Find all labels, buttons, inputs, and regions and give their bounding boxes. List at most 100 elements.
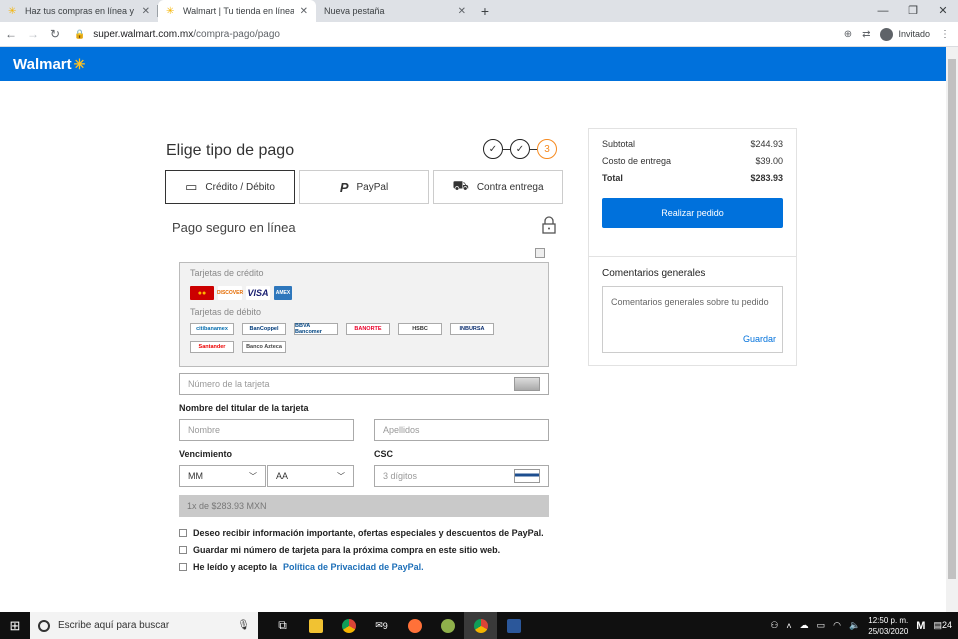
checkbox-box[interactable] bbox=[179, 562, 187, 571]
chrome-active-icon[interactable] bbox=[464, 612, 497, 639]
site-header: Walmart ✳ bbox=[0, 47, 946, 81]
close-window-button[interactable]: ✕ bbox=[928, 0, 958, 22]
scrollbar-thumb[interactable] bbox=[948, 59, 956, 579]
checkbox-label: Guardar mi número de tarjeta para la pró… bbox=[193, 544, 501, 555]
inbursa-logo: INBURSA bbox=[450, 323, 494, 335]
subtotal-row: Subtotal $244.93 bbox=[602, 139, 783, 156]
chrome-icon[interactable] bbox=[332, 612, 365, 639]
subtotal-value: $244.93 bbox=[750, 139, 783, 149]
close-tab-icon[interactable]: ✕ bbox=[300, 6, 308, 17]
address-bar: ← → ↻ 🔒 super.walmart.com.mx/compra-pago… bbox=[0, 22, 958, 47]
tab-cash-on-delivery[interactable]: ⛟ Contra entrega bbox=[433, 170, 563, 204]
comments-textarea[interactable]: Comentarios generales sobre tu pedido Gu… bbox=[602, 286, 783, 353]
chevron-down-icon: ﹀ bbox=[249, 471, 257, 481]
tab-nueva-pestana[interactable]: Nueva pestaña ✕ bbox=[316, 0, 474, 22]
tab-paypal[interactable]: P PayPal bbox=[299, 170, 429, 204]
url-field[interactable]: 🔒 super.walmart.com.mx/compra-pago/pago bbox=[74, 29, 844, 40]
microphone-icon[interactable]: 🎙 bbox=[237, 620, 250, 631]
csc-input[interactable]: 3 dígitos bbox=[374, 465, 549, 487]
avatar-icon bbox=[880, 27, 894, 41]
installments-select[interactable]: 1x de $283.93 MXN bbox=[179, 495, 549, 517]
file-explorer-icon[interactable] bbox=[299, 612, 332, 639]
total-value: $283.93 bbox=[750, 173, 783, 183]
checkbox-label: Deseo recibir información importante, of… bbox=[193, 527, 544, 538]
profile-button[interactable]: Invitado bbox=[880, 27, 930, 41]
total-row: Total $283.93 bbox=[602, 173, 783, 190]
network-icon[interactable]: ▭ bbox=[817, 620, 826, 631]
browser-tab-bar: ✳ Haz tus compras en línea y super ✕ ✳ W… bbox=[0, 0, 958, 22]
expiry-year-select[interactable]: AA ﹀ bbox=[267, 465, 354, 487]
notifications-icon[interactable]: ▤24 bbox=[933, 620, 952, 631]
tab-walmart-compras[interactable]: ✳ Haz tus compras en línea y super ✕ bbox=[0, 0, 158, 22]
restore-window-button[interactable]: ❐ bbox=[898, 0, 928, 22]
citibanamex-logo: citibanamex bbox=[190, 323, 234, 335]
close-tab-icon[interactable]: ✕ bbox=[142, 6, 150, 17]
mastercard-logo: ●● bbox=[190, 286, 214, 300]
card-number-input[interactable]: Número de la tarjeta bbox=[179, 373, 549, 395]
tab-credit-debit[interactable]: ▭ Crédito / Débito bbox=[165, 170, 295, 204]
paypal-offers-checkbox[interactable]: Deseo recibir información importante, of… bbox=[179, 524, 544, 541]
back-button[interactable]: ← bbox=[0, 27, 22, 41]
forward-button[interactable]: → bbox=[22, 27, 44, 41]
mail-badge: 9 bbox=[382, 620, 388, 631]
walmart-spark-icon: ✳ bbox=[166, 5, 175, 17]
comments-placeholder: Comentarios generales sobre tu pedido bbox=[611, 297, 769, 307]
menu-kebab-icon[interactable]: ⋮ bbox=[940, 29, 950, 40]
new-tab-button[interactable]: + bbox=[474, 0, 496, 22]
place-order-button[interactable]: Realizar pedido bbox=[602, 198, 783, 228]
clock-date: 25/03/2020 bbox=[868, 626, 909, 636]
expiry-month-select[interactable]: MM ﹀ bbox=[179, 465, 266, 487]
secure-payment-label: Pago seguro en línea bbox=[172, 220, 296, 235]
translate-icon[interactable]: ⇄ bbox=[862, 29, 870, 40]
save-card-checkbox[interactable]: Guardar mi número de tarjeta para la pró… bbox=[179, 541, 544, 558]
amex-logo: AMEX bbox=[274, 286, 292, 300]
task-view-icon[interactable]: ⧉ bbox=[266, 612, 299, 639]
wifi-icon[interactable]: ◠ bbox=[833, 620, 841, 631]
notifications-badge: 24 bbox=[941, 620, 952, 630]
step-done-icon: ✓ bbox=[483, 139, 503, 159]
banorte-logo: BANORTE bbox=[346, 323, 390, 335]
tab-walmart-tienda[interactable]: ✳ Walmart | Tu tienda en línea ✕ bbox=[158, 0, 316, 22]
reload-button[interactable]: ↻ bbox=[44, 27, 66, 41]
tray-up-icon[interactable]: ˄ bbox=[786, 621, 791, 631]
windows-start-icon[interactable]: ⊞ bbox=[0, 612, 30, 639]
lock-icon[interactable]: 🔒 bbox=[74, 29, 85, 40]
mail-icon[interactable]: ✉ 9 bbox=[365, 612, 398, 639]
accept-privacy-checkbox[interactable]: He leído y acepto la Política de Privaci… bbox=[179, 558, 544, 575]
walmart-logo[interactable]: Walmart ✳ bbox=[13, 56, 85, 73]
firefox-icon[interactable] bbox=[398, 612, 431, 639]
close-tab-icon[interactable]: ✕ bbox=[458, 6, 466, 17]
year-value: AA bbox=[276, 471, 289, 481]
month-value: MM bbox=[188, 471, 203, 481]
chevron-down-icon: ﹀ bbox=[337, 471, 345, 481]
location-icon[interactable]: ⊕ bbox=[844, 29, 852, 40]
pen-app-icon[interactable] bbox=[431, 612, 464, 639]
profile-label: Invitado bbox=[898, 29, 930, 39]
page-scrollbar[interactable] bbox=[946, 47, 958, 612]
people-icon[interactable]: ⚇ bbox=[770, 620, 778, 631]
card-number-placeholder: Número de la tarjeta bbox=[188, 379, 270, 389]
tab-title: Walmart | Tu tienda en línea bbox=[183, 6, 294, 16]
paypal-icon: P bbox=[339, 179, 349, 195]
hsbc-logo: HSBC bbox=[398, 323, 442, 335]
volume-icon[interactable]: 🔈 bbox=[849, 620, 860, 631]
app-tray-icon[interactable]: M bbox=[916, 620, 925, 632]
minimize-window-button[interactable]: — bbox=[868, 0, 898, 22]
tab-label: Crédito / Débito bbox=[205, 181, 275, 193]
taskbar-search[interactable]: Escribe aquí para buscar 🎙 bbox=[30, 612, 258, 639]
word-icon[interactable] bbox=[497, 612, 530, 639]
comments-title: Comentarios generales bbox=[602, 268, 706, 279]
step-current: 3 bbox=[537, 139, 557, 159]
first-name-input[interactable]: Nombre bbox=[179, 419, 354, 441]
cloud-icon[interactable]: ☁ bbox=[800, 620, 809, 631]
paypal-checkboxes: Deseo recibir información importante, of… bbox=[179, 524, 544, 575]
clock[interactable]: 12:50 p. m. 25/03/2020 bbox=[868, 615, 908, 637]
banco-azteca-logo: Banco Azteca bbox=[242, 341, 286, 353]
credit-cards-label: Tarjetas de crédito bbox=[190, 268, 264, 278]
save-comments-button[interactable]: Guardar bbox=[743, 332, 776, 346]
checkbox-box[interactable] bbox=[179, 545, 187, 554]
checkbox-box[interactable] bbox=[179, 528, 187, 537]
paypal-privacy-link[interactable]: Política de Privacidad de PayPal. bbox=[283, 562, 424, 572]
tab-label: PayPal bbox=[356, 181, 389, 193]
last-name-input[interactable]: Apellidos bbox=[374, 419, 549, 441]
